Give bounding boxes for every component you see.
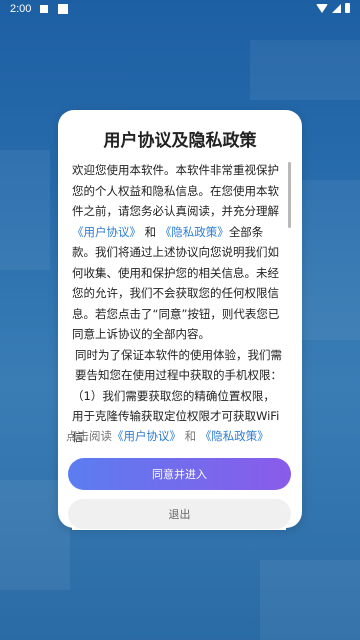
background-tile bbox=[300, 180, 360, 340]
user-agreement-link[interactable]: 《用户协议》 bbox=[72, 225, 141, 239]
agreement-text: 全部条款。我们将通过上述协议向您说明我们如何收集、使用和保护您的相关信息。未经您… bbox=[72, 224, 280, 342]
battery-icon bbox=[345, 3, 350, 13]
notification-icon bbox=[58, 4, 68, 14]
signal-icon bbox=[332, 3, 341, 13]
exit-button[interactable]: 退出 bbox=[68, 499, 291, 529]
status-icons bbox=[316, 3, 350, 13]
agreement-paragraph: 欢迎您使用本软件。本软件非常重视保护您的个人权益和隐私信息。在您使用本软件之前，… bbox=[72, 160, 286, 345]
notification-icon bbox=[40, 5, 48, 13]
agree-button[interactable]: 同意并进入 bbox=[68, 458, 291, 490]
scrollbar[interactable] bbox=[288, 162, 291, 228]
status-bar: 2:00 bbox=[0, 0, 360, 20]
status-time: 2:00 bbox=[10, 3, 32, 15]
agreement-text: 欢迎您使用本软件。本软件非常重视保护您的个人权益和隐私信息。在您使用本软件之前，… bbox=[72, 163, 279, 218]
read-privacy-policy-link[interactable]: 《隐私政策》 bbox=[200, 429, 269, 443]
wifi-icon bbox=[316, 3, 328, 13]
background-tile bbox=[260, 560, 360, 640]
background-tile bbox=[0, 150, 50, 270]
background-tile bbox=[250, 40, 360, 100]
agreement-text: 和 bbox=[144, 224, 157, 239]
privacy-policy-link[interactable]: 《隐私政策》 bbox=[160, 225, 229, 239]
read-prefix: 点击阅读 bbox=[66, 429, 112, 443]
read-user-agreement-link[interactable]: 《用户协议》 bbox=[112, 429, 181, 443]
read-and: 和 bbox=[184, 429, 197, 443]
privacy-dialog: 用户协议及隐私政策 欢迎您使用本软件。本软件非常重视保护您的个人权益和隐私信息。… bbox=[58, 110, 302, 530]
agreement-paragraph: 同时为了保证本软件的使用体验，我们需要告知您在使用过程中获取的手机权限： bbox=[75, 347, 282, 383]
read-agreements-line: 点击阅读《用户协议》 和 《隐私政策》 bbox=[66, 428, 296, 444]
dialog-title: 用户协议及隐私政策 bbox=[103, 131, 257, 151]
